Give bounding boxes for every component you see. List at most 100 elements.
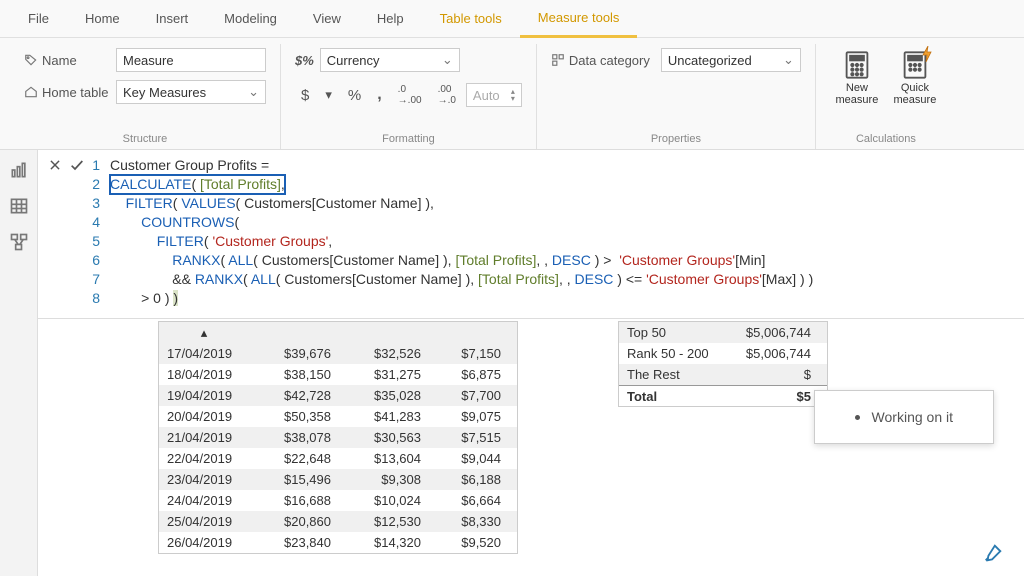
table-cell: $10,024 [339, 493, 429, 508]
group-label-structure: Structure [24, 131, 266, 149]
data-category-select[interactable]: Uncategorized ⌄ [661, 48, 801, 72]
table-cell: $ [729, 367, 819, 382]
table-cell: $31,275 [339, 367, 429, 382]
table-cell: 22/04/2019 [159, 451, 249, 466]
table-row[interactable]: 18/04/2019$38,150$31,275$6,875 [159, 364, 517, 385]
data-category-label: Data category [551, 53, 655, 68]
check-icon [69, 157, 85, 173]
tab-view[interactable]: View [295, 0, 359, 38]
line-number: 6 [88, 251, 110, 270]
table-cell: 17/04/2019 [159, 346, 249, 361]
format-icon: $% [295, 53, 314, 68]
tab-measure-tools[interactable]: Measure tools [520, 0, 638, 38]
menu-bar: File Home Insert Modeling View Help Tabl… [0, 0, 1024, 38]
dax-line[interactable]: && RANKX( ALL( Customers[Customer Name] … [110, 270, 813, 289]
table-row[interactable]: Rank 50 - 200$5,006,744 [619, 343, 827, 364]
table-row[interactable]: 19/04/2019$42,728$35,028$7,700 [159, 385, 517, 406]
currency-button[interactable]: $ [295, 85, 315, 106]
chevron-down-icon: ⌄ [248, 84, 259, 100]
quick-measure-button[interactable]: Quick measure [888, 48, 942, 106]
table-cell: 19/04/2019 [159, 388, 249, 403]
dax-line[interactable]: COUNTROWS( [110, 213, 239, 232]
cancel-formula-button[interactable] [44, 154, 66, 176]
table-row[interactable]: 22/04/2019$22,648$13,604$9,044 [159, 448, 517, 469]
format-select[interactable]: Currency ⌄ [320, 48, 460, 72]
table-cell: $38,150 [249, 367, 339, 382]
table-cell: $30,563 [339, 430, 429, 445]
model-view-icon[interactable] [9, 232, 29, 252]
chevron-down-icon: ⌄ [783, 52, 794, 68]
tab-insert[interactable]: Insert [138, 0, 207, 38]
table-cell: $35,028 [339, 388, 429, 403]
ribbon-group-structure: Name Measure Home table Key Measures ⌄ S… [10, 44, 281, 149]
table-cell: $42,728 [249, 388, 339, 403]
report-canvas[interactable]: ▴17/04/2019$39,676$32,526$7,15018/04/201… [38, 318, 1024, 576]
line-number: 5 [88, 232, 110, 251]
chevron-down-icon[interactable]: ▾ [319, 85, 338, 105]
table-cell: $20,860 [249, 514, 339, 529]
table-cell: $5,006,744 [729, 325, 819, 340]
table-cell: $9,075 [429, 409, 509, 424]
calculator-icon [843, 50, 871, 80]
home-table-select[interactable]: Key Measures ⌄ [116, 80, 266, 104]
new-measure-button[interactable]: New measure [830, 48, 884, 106]
table-cell: $39,676 [249, 346, 339, 361]
tab-file[interactable]: File [10, 0, 67, 38]
category-icon [551, 53, 565, 67]
table-row[interactable]: 20/04/2019$50,358$41,283$9,075 [159, 406, 517, 427]
dax-line[interactable]: FILTER( 'Customer Groups', [110, 232, 332, 251]
table-row[interactable]: 21/04/2019$38,078$30,563$7,515 [159, 427, 517, 448]
ribbon-group-properties: Data category Uncategorized ⌄ Properties [537, 44, 816, 149]
tab-home[interactable]: Home [67, 0, 138, 38]
report-view-icon[interactable] [9, 160, 29, 180]
dax-line[interactable]: CALCULATE( [Total Profits], [110, 175, 285, 194]
table-row[interactable]: 24/04/2019$16,688$10,024$6,664 [159, 490, 517, 511]
increase-decimals-button[interactable]: .0→.00 [392, 82, 428, 108]
table-cell: $14,320 [339, 535, 429, 550]
table-row[interactable]: 23/04/2019$15,496$9,308$6,188 [159, 469, 517, 490]
working-popup: Working on it [814, 390, 994, 444]
table-row[interactable]: Top 50$5,006,744 [619, 322, 827, 343]
table-row[interactable]: 25/04/2019$20,860$12,530$8,330 [159, 511, 517, 532]
view-switcher [0, 150, 38, 576]
table-row[interactable]: 17/04/2019$39,676$32,526$7,150 [159, 343, 517, 364]
table-cell: $38,078 [249, 430, 339, 445]
line-number: 4 [88, 213, 110, 232]
dax-line[interactable]: Customer Group Profits = [110, 156, 269, 175]
table-cell: $9,308 [339, 472, 429, 487]
name-input[interactable]: Measure [116, 48, 266, 72]
data-view-icon[interactable] [9, 196, 29, 216]
dax-editor[interactable]: 1Customer Group Profits =2CALCULATE( [To… [88, 154, 1018, 314]
table-row[interactable]: The Rest$ [619, 364, 827, 385]
tab-table-tools[interactable]: Table tools [422, 0, 520, 38]
ribbon: Name Measure Home table Key Measures ⌄ S… [0, 38, 1024, 150]
line-number: 8 [88, 289, 110, 308]
formula-bar: 1Customer Group Profits =2CALCULATE( [To… [38, 150, 1024, 318]
table-cell: 24/04/2019 [159, 493, 249, 508]
tab-modeling[interactable]: Modeling [206, 0, 295, 38]
name-label: Name [24, 53, 110, 68]
commit-formula-button[interactable] [66, 154, 88, 176]
thousands-button[interactable]: , [371, 84, 387, 106]
dax-line[interactable]: FILTER( VALUES( Customers[Customer Name]… [110, 194, 434, 213]
decrease-decimals-button[interactable]: .00→.0 [432, 82, 462, 108]
table-visual-left[interactable]: ▴17/04/2019$39,676$32,526$7,15018/04/201… [158, 321, 518, 554]
dax-line[interactable]: > 0 ) ) [110, 289, 178, 308]
table-cell: $12,530 [339, 514, 429, 529]
percent-button[interactable]: % [342, 85, 367, 106]
group-label-calculations: Calculations [830, 131, 942, 149]
chevron-down-icon: ⌄ [442, 52, 453, 68]
tab-help[interactable]: Help [359, 0, 422, 38]
table-row[interactable]: 26/04/2019$23,840$14,320$9,520 [159, 532, 517, 553]
dax-line[interactable]: RANKX( ALL( Customers[Customer Name] ), … [110, 251, 765, 270]
table-cell: $15,496 [249, 472, 339, 487]
table-cell: $6,875 [429, 367, 509, 382]
table-cell: 25/04/2019 [159, 514, 249, 529]
table-cell: 23/04/2019 [159, 472, 249, 487]
table-cell: $16,688 [249, 493, 339, 508]
decimal-places-input[interactable]: Auto ▴▾ [466, 83, 522, 107]
table-cell: 21/04/2019 [159, 430, 249, 445]
table-visual-right[interactable]: Top 50$5,006,744Rank 50 - 200$5,006,744T… [618, 321, 828, 407]
table-cell: $13,604 [339, 451, 429, 466]
table-cell: $6,664 [429, 493, 509, 508]
